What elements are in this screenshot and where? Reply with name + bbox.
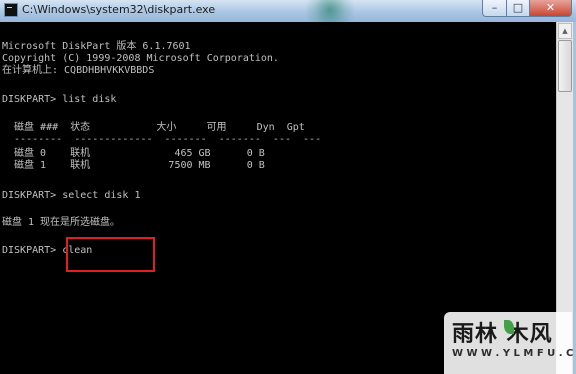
console-app-icon[interactable]: [4, 3, 18, 17]
console-line-table-separator: -------- ------------- ------- ------- -…: [2, 134, 322, 145]
console-line-computer: 在计算机上: CQBDHBHVKKVBBDS: [2, 65, 155, 76]
scroll-thumb[interactable]: [558, 40, 572, 92]
watermark-url: W W W . Y L M F U . C O M: [452, 348, 576, 359]
clean-command-highlight: [66, 237, 155, 272]
console-line-copyright: Copyright (C) 1999-2008 Microsoft Corpor…: [2, 53, 279, 64]
window-title: C:\Windows\system32\diskpart.exe: [22, 3, 216, 16]
console-line-select-disk-command: DISKPART> select disk 1: [2, 190, 141, 201]
title-bar[interactable]: C:\Windows\system32\diskpart.exe – □ ✕: [0, 0, 576, 30]
watermark-leaf-icon: [504, 320, 514, 334]
close-button[interactable]: ✕: [529, 0, 572, 17]
scroll-up-arrow-icon[interactable]: ▲: [558, 23, 572, 39]
maximize-button[interactable]: □: [506, 0, 530, 17]
watermark-logo: 雨林 木风: [452, 322, 553, 347]
console-line-disk-0: 磁盘 0 联机 465 GB 0 B: [2, 148, 265, 159]
minimize-button[interactable]: –: [482, 0, 507, 17]
console-line-version: Microsoft DiskPart 版本 6.1.7601: [2, 41, 191, 52]
console-line-selection-message: 磁盘 1 现在是所选磁盘。: [2, 217, 121, 228]
console-line-disk-1: 磁盘 1 联机 7500 MB 0 B: [2, 160, 265, 171]
console-line-table-header: 磁盘 ### 状态 大小 可用 Dyn Gpt: [2, 122, 305, 133]
console-window: C:\Windows\system32\diskpart.exe – □ ✕ M…: [0, 0, 576, 374]
console-line-list-disk-command: DISKPART> list disk: [2, 94, 117, 105]
watermark: 雨林 木风 W W W . Y L M F U . C O M: [444, 312, 576, 374]
